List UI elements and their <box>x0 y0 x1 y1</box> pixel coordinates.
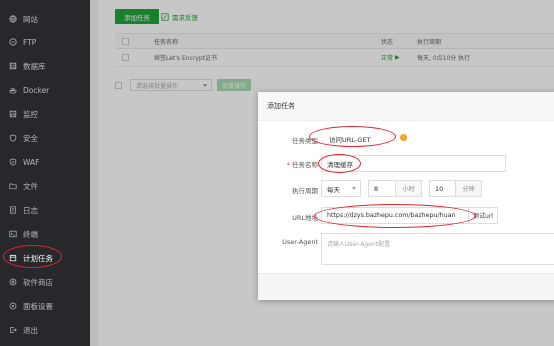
add-task-dialog: 添加任务 任务类型 访问URL-GET ! * 任务名称 清理缓存 执行周期 每天… <box>258 92 554 300</box>
cycle-value: 每天 <box>327 185 340 194</box>
sidebar: 网站 FTP 数据库 Docker 监控 安全 WAF 文件 日志 终端 计划任… <box>0 0 90 346</box>
sidebar-item-logout[interactable]: 退出 <box>0 320 90 340</box>
sidebar-item-security[interactable]: 安全 <box>0 128 90 148</box>
minute-unit: 分钟 <box>456 180 482 197</box>
sidebar-item-label: 计划任务 <box>23 253 53 263</box>
task-name-label: * 任务名称 <box>286 161 318 169</box>
task-type-label: 任务类型 <box>292 137 318 145</box>
url-label: URL地址 <box>292 214 318 222</box>
calendar-icon <box>8 254 17 263</box>
sidebar-item-label: 终端 <box>23 229 38 239</box>
sidebar-item-label: 退出 <box>23 325 38 335</box>
url-input[interactable]: https://dzys.bazhepu.com/bazhepu/huan <box>321 207 471 224</box>
sidebar-item-label: 数据库 <box>23 61 46 71</box>
user-agent-label: User-Agent <box>282 238 318 246</box>
sidebar-item-label: 日志 <box>23 205 38 215</box>
sidebar-item-label: 监控 <box>23 109 38 119</box>
sidebar-item-logs[interactable]: 日志 <box>0 200 90 220</box>
sidebar-item-ftp[interactable]: FTP <box>0 32 90 52</box>
minute-input[interactable]: 10 <box>429 180 456 197</box>
docker-icon <box>8 86 17 95</box>
task-type-select[interactable]: 访问URL-GET <box>321 130 393 147</box>
sidebar-item-label: Docker <box>23 85 50 95</box>
globe-icon <box>8 15 17 24</box>
cycle-label: 执行周期 <box>292 187 318 195</box>
logout-icon <box>8 326 17 335</box>
sidebar-item-label: 软件商店 <box>23 277 53 287</box>
sidebar-item-files[interactable]: 文件 <box>0 176 90 196</box>
task-type-value: 访问URL-GET <box>329 135 371 144</box>
chevron-down-icon <box>352 187 356 190</box>
sidebar-item-label: 面板设置 <box>23 301 53 311</box>
sidebar-item-label: FTP <box>23 37 37 47</box>
dialog-title: 添加任务 <box>258 92 554 121</box>
hour-input[interactable]: 8 <box>368 180 396 197</box>
sidebar-item-waf[interactable]: WAF <box>0 152 90 172</box>
store-icon <box>8 278 17 287</box>
sidebar-item-label: 安全 <box>23 133 38 143</box>
shield-icon <box>8 134 17 143</box>
sidebar-item-label: 网站 <box>23 14 38 24</box>
task-name-input[interactable]: 清理缓存 <box>321 155 506 172</box>
log-icon <box>8 206 17 215</box>
settings-icon <box>8 302 17 311</box>
ftp-icon <box>8 38 17 47</box>
sidebar-item-docker[interactable]: Docker <box>0 80 90 100</box>
sidebar-item-terminal[interactable]: 终端 <box>0 224 90 244</box>
dialog-footer <box>258 273 554 300</box>
test-url-button[interactable]: 测试url <box>468 207 498 224</box>
cycle-select[interactable]: 每天 <box>321 180 361 197</box>
user-agent-textarea[interactable]: 请输入User-Agent配置 <box>321 233 554 265</box>
terminal-icon <box>8 230 17 239</box>
sidebar-item-label: 文件 <box>23 181 38 191</box>
folder-icon <box>8 182 17 191</box>
monitor-icon <box>8 110 17 119</box>
sidebar-item-cron[interactable]: 计划任务 <box>0 248 90 268</box>
hour-unit: 小时 <box>396 180 422 197</box>
sidebar-item-database[interactable]: 数据库 <box>0 56 90 76</box>
sidebar-item-store[interactable]: 软件商店 <box>0 272 90 292</box>
sidebar-item-monitor[interactable]: 监控 <box>0 104 90 124</box>
sidebar-item-website[interactable]: 网站 <box>0 9 90 29</box>
sidebar-item-settings[interactable]: 面板设置 <box>0 296 90 316</box>
sidebar-item-label: WAF <box>23 157 40 167</box>
database-icon <box>8 62 17 71</box>
waf-icon <box>8 158 17 167</box>
warning-icon: ! <box>400 134 407 141</box>
